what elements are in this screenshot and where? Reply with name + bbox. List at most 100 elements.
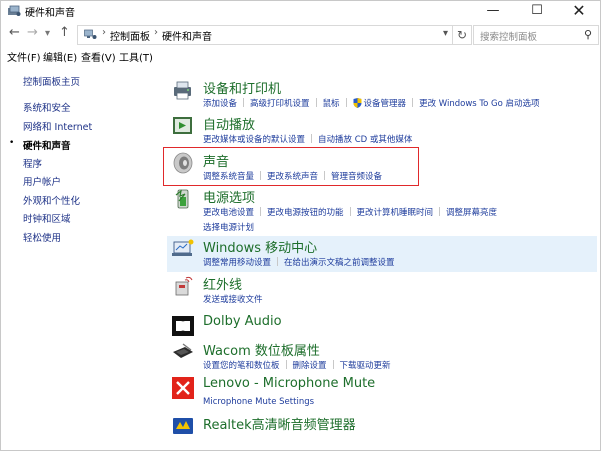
link-divider — [311, 134, 313, 143]
link-send-receive-files[interactable]: 发送或接收文件 — [203, 295, 263, 305]
forward-button[interactable]: → — [27, 25, 38, 40]
search-box[interactable]: 搜索控制面板 ⚲ — [473, 25, 599, 45]
menu-bar: 文件(F) 编辑(E) 查看(V) 工具(T) — [1, 46, 600, 64]
link-download-driver[interactable]: 下载驱动更新 — [340, 361, 391, 371]
recent-locations-dropdown[interactable]: ▾ — [45, 28, 50, 39]
sidebar-item-system-security[interactable]: 系统和安全 — [23, 100, 71, 114]
search-icon[interactable]: ⚲ — [584, 28, 592, 41]
active-bullet: • — [9, 138, 15, 148]
link-divider — [412, 98, 414, 107]
category-title[interactable]: Realtek高清晰音频管理器 — [203, 414, 356, 433]
link-divider — [345, 98, 347, 107]
category-title[interactable]: Windows 移动中心 — [203, 237, 317, 256]
link-battery-settings[interactable]: 更改电池设置 — [203, 208, 254, 218]
sidebar-item-network[interactable]: 网络和 Internet — [23, 119, 92, 133]
link-pen-tablet-setup[interactable]: 设置您的笔和数位板 — [203, 361, 280, 371]
realtek-audio-icon — [173, 418, 193, 434]
breadcrumb-separator[interactable]: › — [154, 27, 158, 38]
link-screen-brightness[interactable]: 调整屏幕亮度 — [446, 208, 497, 218]
category-mobility-center: Windows 移动中心 调整常用移动设置 在给出演示文稿之前调整设置 — [167, 237, 597, 271]
category-sound: 声音 调整系统音量 更改系统声音 管理音频设备 — [167, 151, 597, 185]
menu-tools[interactable]: 工具(T) — [119, 49, 153, 64]
category-links: 设置您的笔和数位板 删除设置 下载驱动更新 — [203, 359, 598, 374]
category-links: 更改电池设置 更改电源按钮的功能 更改计算机睡眠时间 调整屏幕亮度选择电源计划 — [203, 206, 598, 236]
uac-shield-icon — [353, 98, 362, 108]
window-title: 硬件和声音 — [25, 8, 75, 19]
breadcrumb-control-panel[interactable]: 控制面板 — [110, 28, 150, 43]
sidebar-item-programs[interactable]: 程序 — [23, 156, 42, 170]
category-devices-printers: 设备和打印机 添加设备 高级打印机设置 鼠标 设备管理器 更改 Windows To G… — [167, 78, 597, 112]
up-button[interactable]: ↑ — [59, 25, 70, 40]
category-power-options: 电源选项 更改电池设置 更改电源按钮的功能 更改计算机睡眠时间 调整屏幕亮度选择电源计… — [167, 187, 597, 235]
category-title[interactable]: 电源选项 — [203, 187, 255, 206]
link-divider — [243, 98, 245, 107]
link-windows-to-go[interactable]: 更改 Windows To Go 启动选项 — [419, 99, 540, 109]
control-panel-icon — [84, 29, 97, 39]
link-manage-audio-devices[interactable]: 管理音频设备 — [331, 172, 382, 182]
category-title[interactable]: Wacom 数位板属性 — [203, 340, 320, 359]
link-divider — [349, 207, 351, 216]
link-mic-mute-settings[interactable]: Microphone Mute Settings — [203, 397, 314, 407]
category-title[interactable]: 设备和打印机 — [203, 78, 281, 97]
autoplay-icon — [173, 117, 192, 134]
hardware-sound-icon — [8, 5, 21, 16]
address-dropdown[interactable]: ▾ — [443, 28, 448, 39]
link-device-manager[interactable]: 设备管理器 — [364, 99, 407, 109]
link-divider — [439, 207, 441, 216]
category-wacom: Wacom 数位板属性 设置您的笔和数位板 删除设置 下载驱动更新 — [167, 340, 597, 374]
sidebar-item-appearance[interactable]: 外观和个性化 — [23, 193, 80, 207]
link-change-system-sounds[interactable]: 更改系统声音 — [267, 172, 318, 182]
link-mobility-settings[interactable]: 调整常用移动设置 — [203, 258, 271, 268]
address-bar[interactable]: › 控制面板 › 硬件和声音 ▾ — [77, 25, 453, 45]
maximize-button[interactable]: ☐ — [515, 1, 559, 23]
control-panel-window: 硬件和声音 — ☐ ✕ ← → ▾ ↑ › 控制面板 › 硬件和声音 ▾ ↻ 搜… — [0, 0, 601, 451]
category-title[interactable]: Lenovo - Microphone Mute — [203, 376, 375, 391]
link-sleep-time[interactable]: 更改计算机睡眠时间 — [357, 208, 434, 218]
link-divider — [260, 171, 262, 180]
link-divider — [332, 360, 334, 369]
search-input[interactable]: 搜索控制面板 — [480, 29, 537, 43]
category-links: Microphone Mute Settings — [203, 395, 598, 410]
category-title[interactable]: 声音 — [203, 151, 229, 170]
dolby-icon — [172, 316, 194, 336]
category-infrared: 红外线 发送或接收文件 — [167, 274, 597, 308]
wacom-tablet-icon — [173, 343, 193, 358]
sidebar-item-hardware-sound[interactable]: 硬件和声音 — [23, 138, 71, 152]
menu-view[interactable]: 查看(V) — [81, 49, 116, 64]
link-add-device[interactable]: 添加设备 — [203, 99, 237, 109]
link-divider — [324, 171, 326, 180]
link-divider — [277, 257, 279, 266]
link-presentation-settings[interactable]: 在给出演示文稿之前调整设置 — [284, 258, 395, 268]
close-button[interactable]: ✕ — [557, 1, 600, 23]
category-title[interactable]: 自动播放 — [203, 114, 255, 133]
category-lenovo-mic-mute: Lenovo - Microphone Mute Microphone Mute… — [167, 376, 597, 410]
sidebar-item-home[interactable]: 控制面板主页 — [23, 74, 80, 88]
back-button[interactable]: ← — [9, 25, 20, 40]
category-links: 调整常用移动设置 在给出演示文稿之前调整设置 — [203, 256, 598, 271]
category-title[interactable]: Dolby Audio — [203, 314, 282, 329]
breadcrumb-hardware-sound[interactable]: 硬件和声音 — [162, 28, 212, 43]
minimize-button[interactable]: — — [471, 1, 515, 23]
link-power-plan[interactable]: 选择电源计划 — [203, 223, 254, 233]
mobility-center-icon — [172, 239, 194, 256]
breadcrumb-separator[interactable]: › — [102, 27, 106, 38]
sidebar-item-clock-region[interactable]: 时钟和区域 — [23, 211, 71, 225]
sidebar-item-user-accounts[interactable]: 用户帐户 — [23, 174, 61, 188]
speaker-icon — [173, 152, 193, 174]
refresh-button[interactable]: ↻ — [452, 25, 472, 45]
link-advanced-printer-settings[interactable]: 高级打印机设置 — [250, 99, 310, 109]
menu-edit[interactable]: 编辑(E) — [43, 49, 77, 64]
category-links: 添加设备 高级打印机设置 鼠标 设备管理器 更改 Windows To Go 启动选项 — [203, 97, 598, 112]
link-power-button[interactable]: 更改电源按钮的功能 — [267, 208, 344, 218]
category-title[interactable]: 红外线 — [203, 274, 242, 293]
printer-icon — [174, 81, 191, 100]
link-media-defaults[interactable]: 更改媒体或设备的默认设置 — [203, 135, 305, 145]
link-divider — [260, 207, 262, 216]
link-autoplay-cd[interactable]: 自动播放 CD 或其他媒体 — [318, 135, 412, 145]
link-mouse[interactable]: 鼠标 — [323, 99, 340, 109]
link-remove-settings[interactable]: 删除设置 — [293, 361, 327, 371]
link-adjust-volume[interactable]: 调整系统音量 — [203, 172, 254, 182]
sidebar-item-ease-of-access[interactable]: 轻松使用 — [23, 230, 61, 244]
navigation-bar: ← → ▾ ↑ › 控制面板 › 硬件和声音 ▾ ↻ 搜索控制面板 ⚲ — [1, 23, 600, 45]
menu-file[interactable]: 文件(F) — [7, 49, 41, 64]
